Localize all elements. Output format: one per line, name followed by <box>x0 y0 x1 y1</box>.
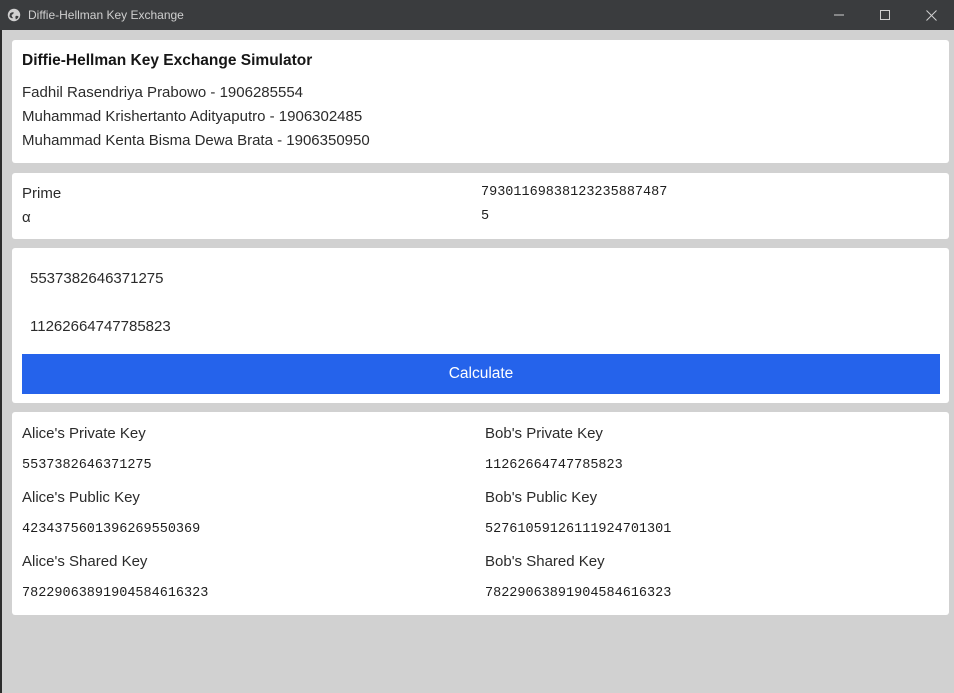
results-card: Alice's Private Key 5537382646371275 Ali… <box>12 412 949 615</box>
input-card: Calculate <box>12 248 949 403</box>
bob-private-key-label: Bob's Private Key <box>485 425 603 442</box>
page-title: Diffie-Hellman Key Exchange Simulator <box>22 52 313 69</box>
close-icon[interactable] <box>908 0 954 30</box>
window-title: Diffie-Hellman Key Exchange <box>28 8 184 22</box>
bob-public-key-value: 52761059126111924701301 <box>485 522 672 537</box>
bob-public-key-label: Bob's Public Key <box>485 489 598 506</box>
bob-shared-key-label: Bob's Shared Key <box>485 553 605 570</box>
author-line: Fadhil Rasendriya Prabowo - 1906285554 <box>22 84 304 101</box>
bob-shared-key-value: 78229063891904584616323 <box>485 586 672 601</box>
minimize-icon[interactable] <box>816 0 862 30</box>
window-left-edge <box>0 30 2 693</box>
alice-public-key-value: 4234375601396269550369 <box>22 522 201 537</box>
calculate-button[interactable]: Calculate <box>22 354 940 394</box>
alice-shared-key-value: 78229063891904584616323 <box>22 586 209 601</box>
alice-public-key-label: Alice's Public Key <box>22 489 140 506</box>
header-card: Diffie-Hellman Key Exchange Simulator Fa… <box>12 40 949 163</box>
bob-private-key-value: 11262664747785823 <box>485 458 623 473</box>
alpha-label: α <box>22 209 31 226</box>
prime-value: 79301169838123235887487 <box>481 185 668 200</box>
alice-shared-key-label: Alice's Shared Key <box>22 553 148 570</box>
alice-private-key-label: Alice's Private Key <box>22 425 146 442</box>
prime-label: Prime <box>22 185 62 202</box>
parameters-card: Prime 79301169838123235887487 α 5 <box>12 173 949 239</box>
window-titlebar: Diffie-Hellman Key Exchange <box>0 0 954 30</box>
alice-private-key-value: 5537382646371275 <box>22 458 152 473</box>
window-controls <box>816 0 954 30</box>
author-line: Muhammad Kenta Bisma Dewa Brata - 190635… <box>22 132 370 149</box>
bob-private-key-input[interactable] <box>22 308 940 344</box>
globe-icon <box>6 7 22 23</box>
maximize-icon[interactable] <box>862 0 908 30</box>
alpha-value: 5 <box>481 209 490 224</box>
alice-private-key-input[interactable] <box>22 260 940 296</box>
author-line: Muhammad Krishertanto Adityaputro - 1906… <box>22 108 363 125</box>
